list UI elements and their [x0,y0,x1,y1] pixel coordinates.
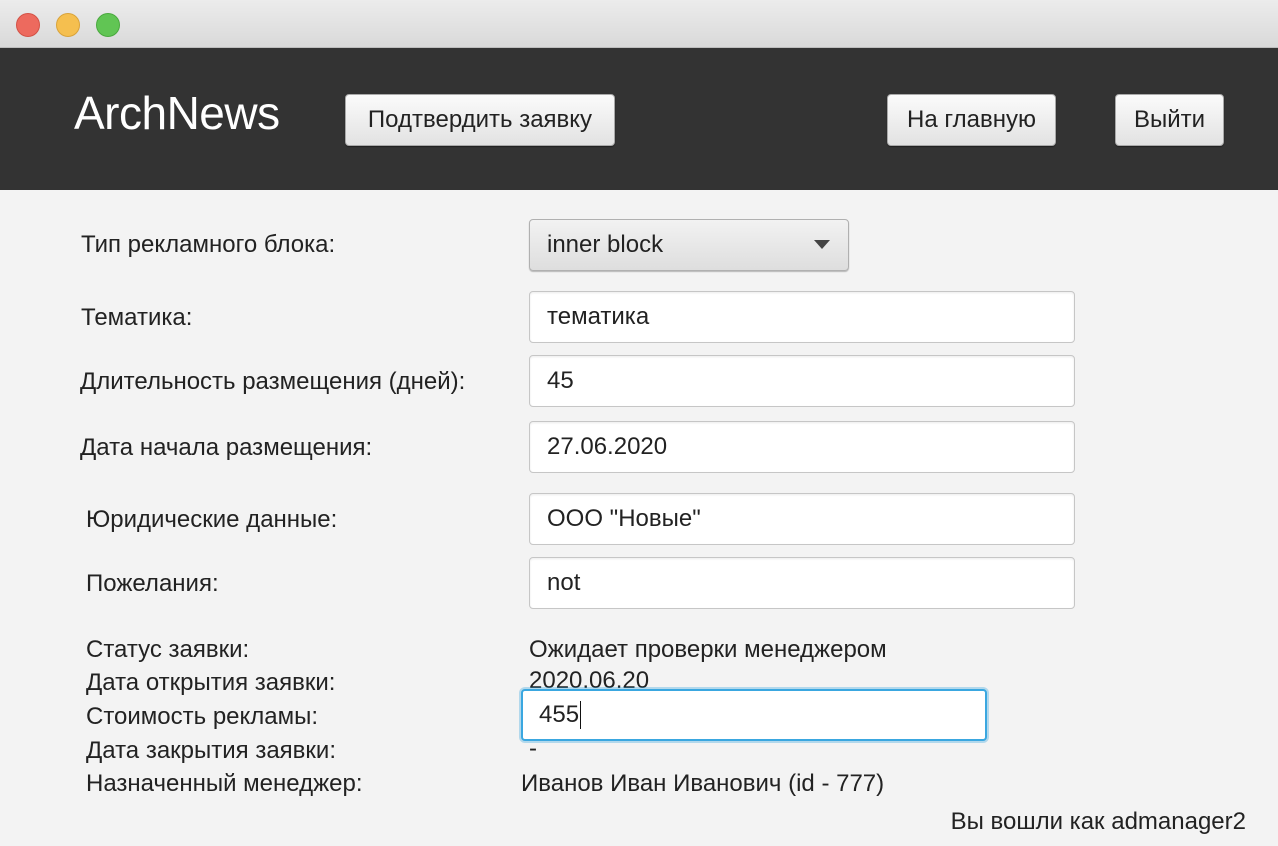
start-date-input[interactable]: 27.06.2020 [529,421,1075,473]
home-button[interactable]: На главную [887,94,1056,146]
block-type-value: inner block [547,231,664,258]
maximize-window-icon[interactable] [96,13,120,37]
wishes-input[interactable]: not [529,557,1075,609]
cost-input[interactable]: 455 [521,689,987,741]
manager-label: Назначенный менеджер: [86,770,363,797]
close-window-icon[interactable] [16,13,40,37]
text-caret [580,701,582,729]
cost-value: 455 [539,701,580,728]
confirm-request-button[interactable]: Подтвердить заявку [345,94,615,146]
wishes-label: Пожелания: [86,570,219,597]
status-label: Статус заявки: [86,636,250,663]
topic-label: Тематика: [81,304,193,331]
topic-input[interactable]: тематика [529,291,1075,343]
logout-button[interactable]: Выйти [1115,94,1224,146]
app-header: ArchNews Подтвердить заявку На главную В… [0,48,1278,190]
open-date-label: Дата открытия заявки: [86,669,336,696]
duration-input[interactable]: 45 [529,355,1075,407]
legal-data-input[interactable]: ООО "Новые" [529,493,1075,545]
close-date-value: - [529,735,537,762]
minimize-window-icon[interactable] [56,13,80,37]
window-titlebar [0,0,1278,48]
logged-in-status: Вы вошли как admanager2 [950,808,1246,835]
legal-data-label: Юридические данные: [86,506,338,533]
start-date-label: Дата начала размещения: [80,434,373,461]
status-value: Ожидает проверки менеджером [529,636,887,663]
chevron-down-icon [814,240,830,249]
close-date-label: Дата закрытия заявки: [86,737,336,764]
manager-value: Иванов Иван Иванович (id - 777) [521,770,885,797]
app-logo: ArchNews [74,87,280,139]
cost-label: Стоимость рекламы: [86,703,319,730]
block-type-select[interactable]: inner block [529,219,849,271]
duration-label: Длительность размещения (дней): [80,368,466,395]
block-type-label: Тип рекламного блока: [81,231,336,258]
